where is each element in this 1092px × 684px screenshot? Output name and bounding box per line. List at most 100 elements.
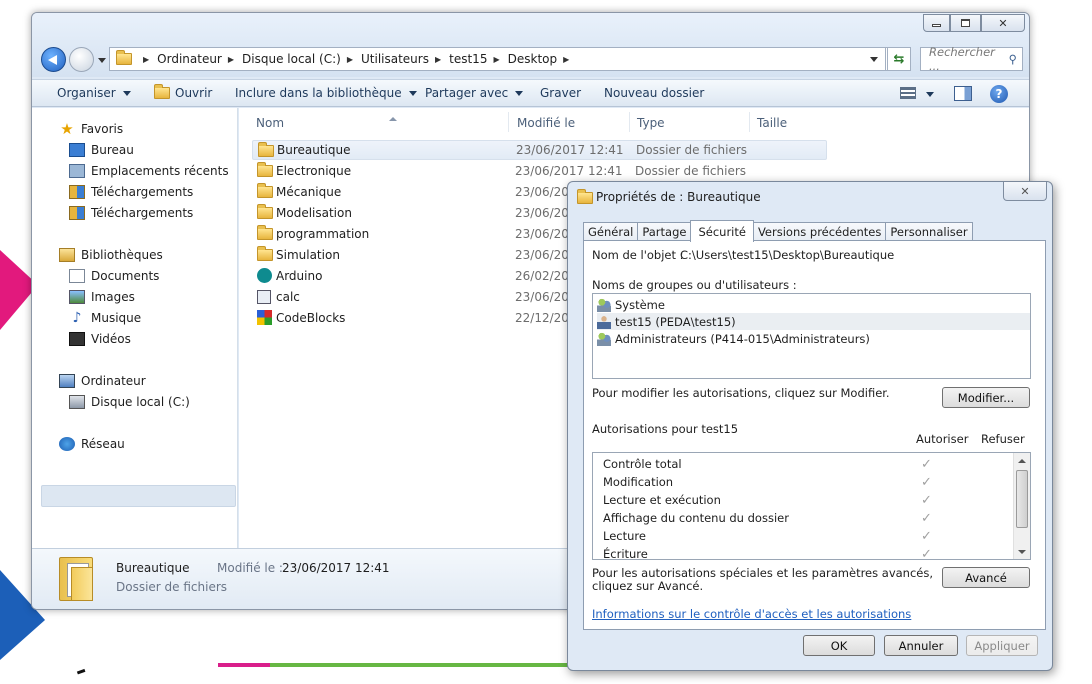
nav-downloads[interactable]: Téléchargements [69,182,193,201]
breadcrumb-arrow-icon[interactable]: ▶ [563,55,569,64]
nav-favorites[interactable]: ★ Favoris [59,119,123,138]
folder-icon [577,189,593,204]
open-button[interactable]: Ouvrir [154,84,212,100]
nav-documents[interactable]: Documents [69,266,159,285]
breadcrumb-arrow-icon[interactable]: ▶ [143,55,149,64]
column-label: Type [637,116,665,130]
search-icon[interactable]: ⚲ [1009,52,1017,66]
permission-name: Contrôle total [603,457,682,471]
address-dropdown-button[interactable] [862,47,886,71]
breadcrumb-users[interactable]: Utilisateurs [361,52,429,66]
nav-label: Bureau [91,142,134,157]
file-row-electronique[interactable]: Electronique 23/06/2017 12:41 Dossier de… [252,161,827,181]
chevron-down-icon [408,90,417,96]
tab-security[interactable]: Sécurité [690,220,754,242]
column-name[interactable]: Nom [256,116,397,130]
list-item[interactable]: Système [597,296,1030,313]
nav-images[interactable]: Images [69,287,135,306]
organize-button[interactable]: Organiser [57,86,131,100]
nav-label: Téléchargements [91,205,194,220]
file-row-bureautique[interactable]: Bureautique 23/06/2017 12:41 Dossier de … [252,140,827,160]
nav-local-disk[interactable]: Disque local (C:) [69,392,190,411]
scroll-up-icon[interactable] [1014,453,1030,468]
column-type[interactable]: Type [637,116,665,130]
open-folder-icon [154,84,170,99]
column-modified[interactable]: Modifié le [517,116,575,130]
address-bar[interactable]: ▶ Ordinateur ▶ Disque local (C:) ▶ Utili… [109,47,891,71]
column-size[interactable]: Taille [757,116,787,130]
codeblocks-icon [257,310,272,325]
column-separator[interactable] [749,112,750,132]
view-icon[interactable] [900,87,916,99]
scroll-thumb[interactable] [1016,470,1028,528]
list-item[interactable]: Administrateurs (P414-015\Administrateur… [597,330,1030,347]
window-controls: ✕ [923,14,1025,32]
permissions-list[interactable]: Contrôle total ✓ Modification ✓ Lecture et… [592,452,1031,560]
file-name: calc [276,290,300,304]
permission-row: Contrôle total ✓ [603,455,1003,473]
include-library-button[interactable]: Inclure dans la bibliothèque [235,86,417,100]
file-name: Mécanique [276,185,342,199]
search-input[interactable]: Rechercher ... ⚲ [920,45,1023,73]
share-with-button[interactable]: Partager avec [425,86,524,100]
nav-label: Réseau [81,436,125,451]
permission-row: Lecture et exécution ✓ [603,491,1003,509]
maximize-icon [961,19,970,27]
forward-button[interactable] [69,47,94,72]
permissions-scrollbar[interactable] [1013,453,1030,559]
nav-videos[interactable]: Vidéos [69,329,131,348]
minimize-button[interactable] [923,14,950,32]
tab-general[interactable]: Général [583,222,639,241]
apply-button[interactable]: Appliquer [966,635,1038,656]
button-label: Avancé [965,570,1007,585]
ok-button[interactable]: OK [803,635,875,656]
nav-desktop[interactable]: Bureau [69,140,134,159]
nav-libraries[interactable]: Bibliothèques [59,245,163,264]
advanced-button[interactable]: Avancé [942,567,1030,588]
nav-recent-places[interactable]: Emplacements récents [69,161,229,180]
breadcrumb-label: Ordinateur [157,52,222,66]
preview-pane-icon[interactable] [954,86,972,101]
folder-icon [258,142,274,157]
tab-previous-versions[interactable]: Versions précédentes [752,222,887,241]
help-icon[interactable]: ? [990,85,1008,103]
list-item[interactable]: test15 (PEDA\test15) [597,313,1030,330]
new-folder-button[interactable]: Nouveau dossier [604,86,704,100]
close-button[interactable]: ✕ [981,14,1025,32]
local-disk-icon [69,394,85,409]
dialog-close-button[interactable]: ✕ [1003,182,1047,201]
tab-sharing[interactable]: Partage [637,222,692,241]
column-separator[interactable] [629,112,630,132]
modify-button[interactable]: Modifier... [942,387,1030,408]
view-dropdown-icon[interactable] [926,92,934,97]
breadcrumb-computer[interactable]: Ordinateur [157,52,222,66]
column-label: Modifié le [517,116,576,130]
breadcrumb-arrow-icon[interactable]: ▶ [435,55,441,64]
refresh-button[interactable]: ⇆ [887,47,911,71]
maximize-button[interactable] [950,14,981,32]
history-dropdown-icon[interactable] [98,58,106,63]
cancel-button[interactable]: Annuler [884,635,958,656]
breadcrumb-arrow-icon[interactable]: ▶ [228,55,234,64]
back-button[interactable] [41,47,66,72]
access-control-help-link[interactable]: Informations sur le contrôle d'accès et … [592,607,911,621]
details-name: Bureautique [116,561,190,575]
large-folder-icon [59,553,95,601]
column-separator[interactable] [508,112,509,132]
column-label: Taille [757,116,788,130]
tab-label: Versions précédentes [757,225,882,239]
nav-computer[interactable]: Ordinateur [59,371,146,390]
breadcrumb-arrow-icon[interactable]: ▶ [493,55,499,64]
breadcrumb-test15[interactable]: test15 [449,52,487,66]
breadcrumb-local-disk[interactable]: Disque local (C:) [242,52,341,66]
scroll-down-icon[interactable] [1014,544,1030,559]
burn-button[interactable]: Graver [540,86,581,100]
nav-music[interactable]: ♪ Musique [69,308,142,327]
tab-customize[interactable]: Personnaliser [885,222,973,241]
breadcrumb-arrow-icon[interactable]: ▶ [347,55,353,64]
groups-listbox[interactable]: Système test15 (PEDA\test15) Administrat… [592,293,1031,379]
breadcrumb-desktop[interactable]: Desktop [508,52,558,66]
nav-network[interactable]: Réseau [59,434,125,453]
details-type: Dossier de fichiers [116,580,228,594]
nav-downloads-2[interactable]: Téléchargements [69,203,193,222]
